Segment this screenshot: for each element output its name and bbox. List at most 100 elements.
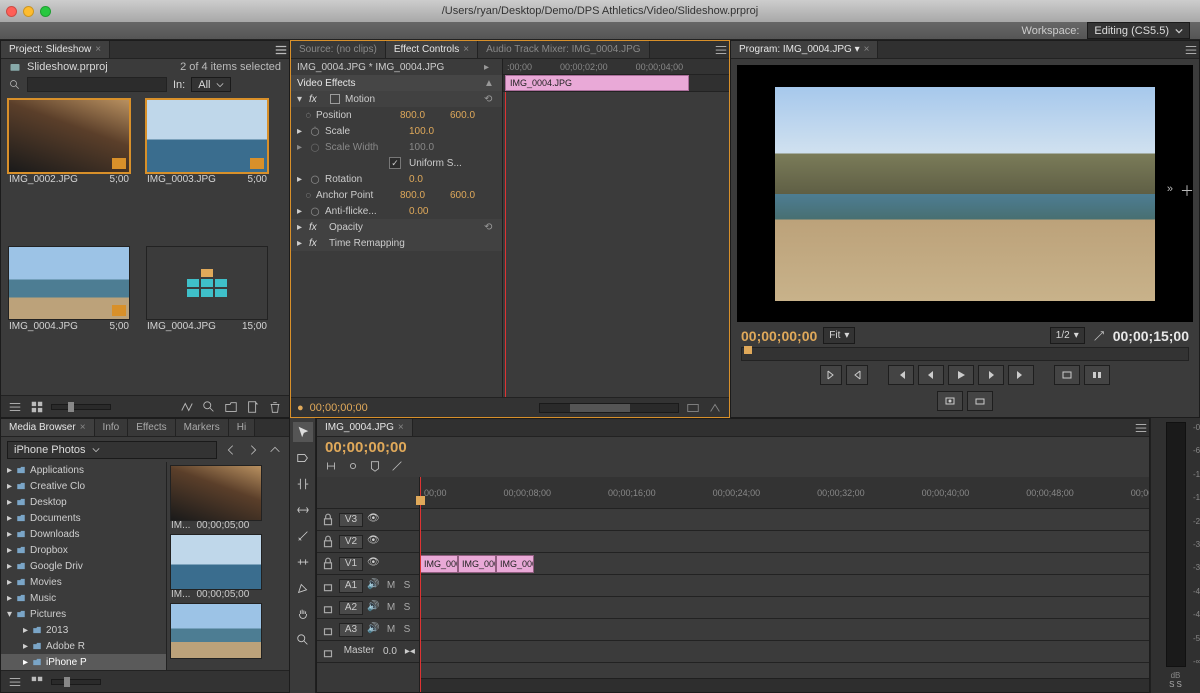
- track-header-v1[interactable]: V1👁: [317, 553, 419, 575]
- export-frame-button[interactable]: [937, 391, 963, 411]
- mb-item[interactable]: IM...00;00;05;00: [171, 466, 285, 531]
- linked-selection-icon[interactable]: [345, 458, 361, 474]
- timeline-clip[interactable]: IMG_000: [496, 555, 534, 573]
- effect-controls-tab[interactable]: Effect Controls×: [386, 40, 478, 58]
- solo-button[interactable]: S: [401, 624, 413, 635]
- panel-menu-icon[interactable]: [1133, 420, 1149, 436]
- track-header-a3[interactable]: A3🔊MS: [317, 619, 419, 641]
- icon-view-icon[interactable]: [29, 674, 45, 690]
- tree-item[interactable]: ▸Google Driv: [1, 558, 166, 574]
- mb-up-icon[interactable]: [267, 442, 283, 458]
- go-to-out-button[interactable]: [1008, 365, 1034, 385]
- overflow-icon[interactable]: »: [1167, 183, 1173, 199]
- ec-uniform-scale[interactable]: Uniform S...: [291, 155, 502, 171]
- step-back-button[interactable]: [918, 365, 944, 385]
- timeline-clip[interactable]: IMG_000: [420, 555, 458, 573]
- track-a2[interactable]: [420, 597, 1150, 619]
- close-tab-icon[interactable]: ×: [398, 422, 404, 433]
- automate-to-sequence-icon[interactable]: [179, 399, 195, 415]
- find-icon[interactable]: [201, 399, 217, 415]
- stopwatch-icon[interactable]: [309, 173, 321, 185]
- audio-mixer-tab[interactable]: Audio Track Mixer: IMG_0004.JPG: [478, 40, 650, 58]
- lock-icon[interactable]: [321, 535, 335, 549]
- track-header-master[interactable]: Master0.0▸◂: [317, 641, 419, 663]
- mb-thumb-size-slider[interactable]: [51, 679, 101, 685]
- program-monitor-view[interactable]: [737, 65, 1193, 322]
- mute-button[interactable]: M: [385, 624, 397, 635]
- close-icon[interactable]: [6, 6, 17, 17]
- lift-button[interactable]: [1054, 365, 1080, 385]
- ec-time-remapping[interactable]: ▸fx Time Remapping: [291, 235, 502, 251]
- solo-left[interactable]: S: [1169, 680, 1174, 689]
- stopwatch-icon[interactable]: [305, 189, 312, 201]
- mb-folder-tree[interactable]: ▸Applications ▸Creative Clo ▸Desktop ▸Do…: [1, 462, 167, 670]
- bin-thumbnail[interactable]: [147, 247, 267, 319]
- eye-icon[interactable]: 👁: [367, 535, 381, 549]
- bin-thumbnail[interactable]: [147, 100, 267, 172]
- track-select-tool[interactable]: [293, 448, 313, 468]
- play-button[interactable]: [948, 365, 974, 385]
- source-tab[interactable]: Source: (no clips): [291, 40, 386, 58]
- settings-icon[interactable]: [389, 458, 405, 474]
- list-view-icon[interactable]: [7, 399, 23, 415]
- ec-clip[interactable]: IMG_0004.JPG: [505, 75, 689, 91]
- uniform-scale-checkbox[interactable]: [389, 157, 401, 169]
- mb-location-dropdown[interactable]: iPhone Photos: [7, 441, 217, 459]
- close-tab-icon[interactable]: ×: [463, 44, 469, 55]
- track-a3[interactable]: [420, 619, 1150, 641]
- ec-timecode[interactable]: 00;00;00;00: [310, 402, 368, 414]
- ec-motion[interactable]: ▾fx Motion ⟲: [291, 91, 502, 107]
- media-browser-tab[interactable]: Media Browser×: [1, 418, 95, 436]
- bin-thumbnail[interactable]: [9, 247, 129, 319]
- bin-item[interactable]: IMG_0004.JPG5;00: [9, 247, 143, 390]
- solo-button[interactable]: S: [401, 580, 413, 591]
- program-ruler[interactable]: [741, 347, 1189, 361]
- playhead-line[interactable]: [505, 92, 506, 397]
- position-x[interactable]: 800.0: [400, 110, 446, 121]
- new-item-icon[interactable]: [245, 399, 261, 415]
- icon-view-icon[interactable]: [29, 399, 45, 415]
- fit-dropdown[interactable]: Fit▾: [823, 327, 855, 344]
- ec-video-effects[interactable]: Video Effects▲: [291, 75, 502, 91]
- lock-icon[interactable]: [321, 623, 335, 637]
- track-header-a2[interactable]: A2🔊MS: [317, 597, 419, 619]
- tree-item[interactable]: ▸2013: [1, 622, 166, 638]
- info-tab[interactable]: Info: [95, 418, 129, 436]
- mark-out-button[interactable]: [846, 365, 868, 385]
- track-v3[interactable]: [420, 509, 1150, 531]
- track-a1[interactable]: [420, 575, 1150, 597]
- anchor-x[interactable]: 800.0: [400, 190, 446, 201]
- tree-item[interactable]: ▸Dropbox: [1, 542, 166, 558]
- track-v2[interactable]: [420, 531, 1150, 553]
- mb-back-icon[interactable]: [223, 442, 239, 458]
- tree-item[interactable]: ▸Movies: [1, 574, 166, 590]
- ec-opacity[interactable]: ▸fx Opacity ⟲: [291, 219, 502, 235]
- mark-in-button[interactable]: [820, 365, 842, 385]
- reset-icon[interactable]: ⟲: [484, 222, 496, 233]
- panel-menu-icon[interactable]: [713, 42, 729, 58]
- program-timecode[interactable]: 00;00;00;00: [741, 328, 817, 344]
- reveal-icon[interactable]: ▲: [484, 78, 496, 89]
- ec-toggle2-icon[interactable]: [707, 400, 723, 416]
- close-tab-icon[interactable]: ×: [864, 44, 870, 55]
- track-v1[interactable]: IMG_000 IMG_000 IMG_000: [420, 553, 1150, 575]
- master-volume[interactable]: 0.0: [383, 646, 397, 657]
- resolution-dropdown[interactable]: 1/2▾: [1050, 327, 1085, 344]
- position-y[interactable]: 600.0: [450, 110, 496, 121]
- playhead-line[interactable]: [420, 477, 421, 692]
- close-tab-icon[interactable]: ×: [80, 422, 86, 433]
- reset-icon[interactable]: ⟲: [484, 94, 496, 105]
- comparison-view-button[interactable]: [967, 391, 993, 411]
- eye-icon[interactable]: 👁: [367, 557, 381, 571]
- tree-item[interactable]: ▸Downloads: [1, 526, 166, 542]
- thumbnail-size-slider[interactable]: [51, 404, 111, 410]
- mb-thumbnail[interactable]: [171, 466, 261, 520]
- mb-forward-icon[interactable]: [245, 442, 261, 458]
- timeline-ruler[interactable]: 00;00 00;00;08;00 00;00;16;00 00;00;24;0…: [420, 477, 1150, 509]
- mb-thumbnail[interactable]: [171, 535, 261, 589]
- effects-tab[interactable]: Effects: [128, 418, 175, 436]
- project-search-input[interactable]: [27, 77, 167, 92]
- ripple-edit-tool[interactable]: [293, 474, 313, 494]
- bin-item[interactable]: IMG_0002.JPG5;00: [9, 100, 143, 243]
- solo-button[interactable]: S: [401, 602, 413, 613]
